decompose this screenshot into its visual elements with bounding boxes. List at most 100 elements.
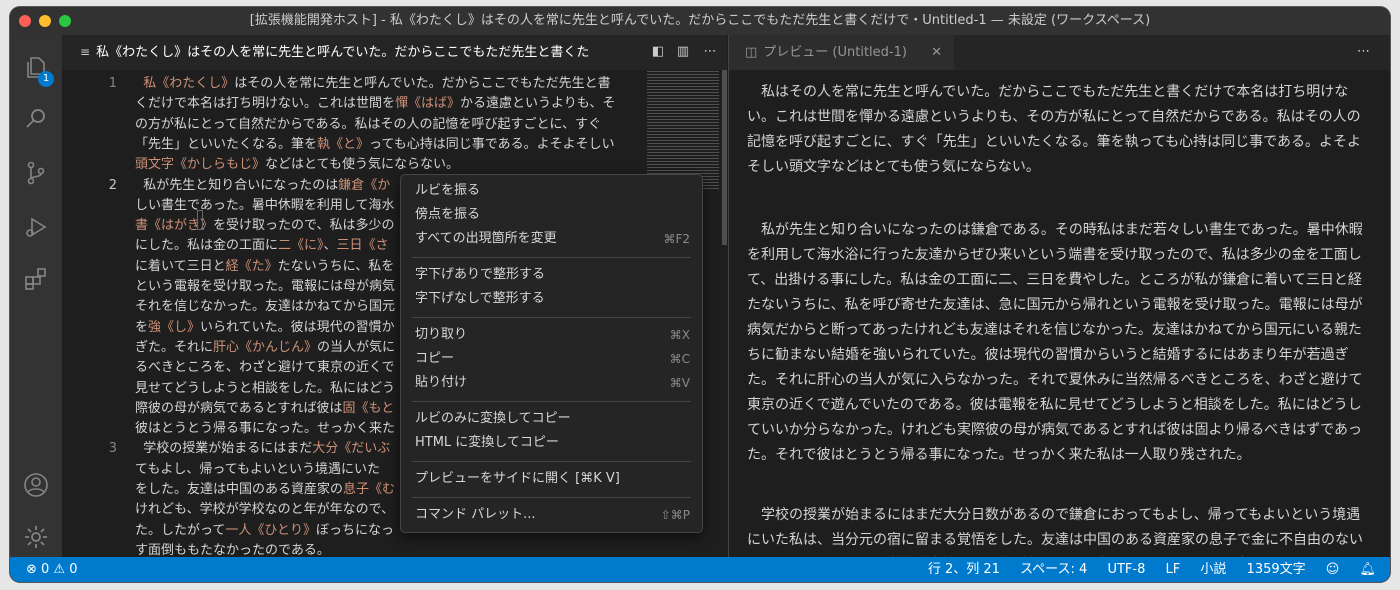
line-text: 見せてどうしようと相談をした。私にはどう [135, 380, 396, 396]
editor-line: くだけで本名は打ち明けない。これは世間を憚《はば》かる遠慮というよりも、そ [135, 94, 640, 114]
context-menu-item[interactable]: HTML に変換してコピー [415, 432, 690, 454]
ruby-markup: 固《もと [342, 400, 395, 416]
ruby-markup: 大分《だいぶ [312, 441, 391, 457]
context-menu: ルビを振る傍点を振る すべての出現箇所を変更 ⌘F2 字下げありで整形する 字下げなしで… [400, 174, 703, 533]
settings-gear-icon[interactable] [22, 523, 50, 551]
context-menu-item[interactable]: コマンド パレット... ⇧⌘P [415, 504, 690, 526]
ruby-markup: 三日《さ [336, 238, 389, 254]
menu-separator [412, 497, 691, 498]
preview-tab-bar: ◫ プレビュー (Untitled-1) ✕ ⋯ [729, 35, 1390, 70]
line-text: をした。友達は中国のある資産家の [135, 482, 344, 497]
ruby-markup: 強《し》 [148, 319, 201, 335]
context-menu-item[interactable]: 傍点を振る [415, 204, 690, 226]
editor-scrollbar-thumb[interactable] [722, 70, 727, 245]
line-number: 1 [108, 76, 117, 91]
editor-line: 「先生」といいたくなる。筆を執《と》っても心持は同じ事である。よそよそしい [135, 135, 640, 155]
status-bar: ⊗ 0 ⚠ 0 行 2、列 21 スペース: 4 UTF-8 LF 小説 135… [10, 557, 1390, 582]
context-menu-item[interactable]: ルビを振る [415, 180, 690, 202]
ruby-markup: 鎌倉《か [338, 177, 391, 193]
line-text: いられていた。彼は現代の習慣か [200, 319, 395, 335]
more-actions-icon[interactable]: ⋯ [702, 44, 718, 60]
window-title: [拡張機能開発ホスト] - 私《わたくし》はその人を常に先生と呼んでいた。だから… [249, 13, 1151, 28]
editor-tab-label: 私《わたくし》はその人を常に先生と呼んでいた。だからここでもただ先生と書くた [96, 45, 590, 60]
context-menu-item[interactable]: ルビのみに変換してコピー [415, 408, 690, 430]
open-preview-icon[interactable]: ◧ [650, 44, 666, 60]
preview-more-actions-icon[interactable]: ⋯ [1357, 44, 1370, 59]
close-tab-icon[interactable]: ✕ [931, 35, 942, 70]
run-debug-icon[interactable] [22, 213, 50, 241]
preview-tab-label: プレビュー (Untitled-1) [763, 45, 907, 60]
menu-item-label: ルビのみに変換してコピー [415, 411, 571, 426]
encoding-setting[interactable]: UTF-8 [1107, 562, 1145, 577]
line-text: ぎた。それに [135, 339, 214, 355]
indentation-setting[interactable]: スペース: 4 [1020, 562, 1087, 577]
search-icon[interactable] [22, 105, 50, 133]
menu-item-label: ルビを振る [415, 183, 481, 198]
line-text: 学校の授業が始まるにはまだ [135, 441, 313, 457]
line-text: 「先生」といいたくなる。筆を [135, 136, 318, 152]
line-text: を [135, 319, 149, 335]
line-text: 、 [323, 238, 337, 254]
minimize-window-button[interactable] [39, 15, 51, 27]
editor-tab[interactable]: ≡ 私《わたくし》はその人を常に先生と呼んでいた。だからここでもただ先生と書くた [80, 35, 640, 70]
ruby-markup: 一人《ひとり》 [225, 522, 316, 538]
ruby-markup: 肝心《かんじん》 [213, 339, 318, 355]
menu-item-label: プレビューをサイドに開く [⌘K V] [415, 471, 620, 486]
eol-setting[interactable]: LF [1166, 562, 1181, 577]
menu-item-label: 切り取り [415, 327, 468, 342]
file-lines-icon: ≡ [80, 45, 91, 59]
close-window-button[interactable] [19, 15, 31, 27]
menu-item-shortcut: ⌘X [669, 328, 690, 342]
menu-item-shortcut: ⇧⌘P [660, 508, 690, 522]
split-editor-icon[interactable]: ▥ [675, 44, 691, 60]
editor-line: 私《わたくし》はその人を常に先生と呼んでいた。だからここでもただ先生と書 [135, 74, 640, 94]
line-text: 私が先生と知り合いになったのは [135, 177, 339, 193]
context-menu-item[interactable]: コピー ⌘C [415, 348, 690, 370]
context-menu-item[interactable]: 字下げなしで整形する [415, 288, 690, 310]
menu-separator [412, 461, 691, 462]
cursor-position[interactable]: 行 2、列 21 [928, 562, 1000, 577]
activity-bar: 1 [10, 35, 62, 557]
line-text: かる遠慮というよりも、そ [460, 96, 616, 112]
feedback-icon[interactable]: ☺ [1326, 562, 1340, 577]
line-number: 2 [108, 177, 117, 193]
problems-indicator[interactable]: ⊗ 0 ⚠ 0 [26, 557, 78, 582]
preview-paragraph: 学校の授業が始まるにはまだ大分日数があるので鎌倉におってもよし、帰ってもよいとい… [747, 507, 1363, 548]
line-text: を受け取ったので、私は多少の [213, 218, 395, 234]
editor-tab-bar: ≡ 私《わたくし》はその人を常に先生と呼んでいた。だからここでもただ先生と書くた … [62, 35, 727, 70]
line-text: それを信じなかった。友達はかねてから国元 [135, 299, 396, 315]
menu-item-shortcut: ⌘C [669, 352, 690, 366]
ruby-markup: 頭文字《かしらもじ》 [135, 157, 266, 173]
line-text: たないうちに、私を [277, 258, 395, 274]
line-text: の当人が気に [317, 339, 396, 355]
line-text: という電報を受け取った。電報には母が病気 [135, 279, 396, 294]
preview-paragraph: 私が先生と知り合いになったのは鎌倉である。その時私はまだ若々しい書生であった。暑… [747, 222, 1363, 463]
ruby-markup: 執《と》 [317, 136, 370, 152]
maximize-window-button[interactable] [59, 15, 71, 27]
extensions-icon[interactable] [22, 265, 50, 293]
account-icon[interactable] [22, 471, 50, 499]
context-menu-item[interactable]: プレビューをサイドに開く [⌘K V] [415, 468, 690, 490]
minimap[interactable] [647, 70, 719, 190]
preview-tab[interactable]: ◫ プレビュー (Untitled-1) ✕ [729, 35, 954, 70]
ruby-markup: 二《に》 [278, 238, 324, 254]
title-bar: [拡張機能開発ホスト] - 私《わたくし》はその人を常に先生と呼んでいた。だから… [10, 7, 1390, 35]
line-text: などはとても使う気にならない。 [265, 157, 459, 173]
line-text: しい書生であった。暑中休暇を利用して海水 [135, 197, 395, 213]
line-text: っても心持は同じ事である。よそよそしい [369, 136, 615, 152]
menu-separator [412, 317, 691, 318]
line-text: ぼっちになっ [315, 522, 394, 538]
explorer-badge: 1 [38, 71, 54, 87]
source-control-icon[interactable] [22, 159, 50, 187]
context-menu-item[interactable]: 貼り付け ⌘V [415, 372, 690, 394]
context-menu-item[interactable]: 切り取り ⌘X [415, 324, 690, 346]
context-menu-item[interactable]: すべての出現箇所を変更 ⌘F2 [415, 228, 690, 250]
notifications-bell-icon[interactable]: 🔔︎ [1359, 562, 1376, 577]
context-menu-item[interactable]: 字下げありで整形する [415, 264, 690, 286]
language-mode[interactable]: 小説 [1200, 562, 1226, 577]
menu-item-label: HTML に変換してコピー [415, 435, 559, 450]
ruby-markup: 憚《はば》 [395, 96, 461, 112]
line-number: 3 [108, 441, 117, 457]
preview-paragraph: 私はその人を常に先生と呼んでいた。だからここでもただ先生と書くだけで本名は打ち明… [747, 84, 1362, 175]
ruby-markup: 息子《む [343, 482, 396, 497]
